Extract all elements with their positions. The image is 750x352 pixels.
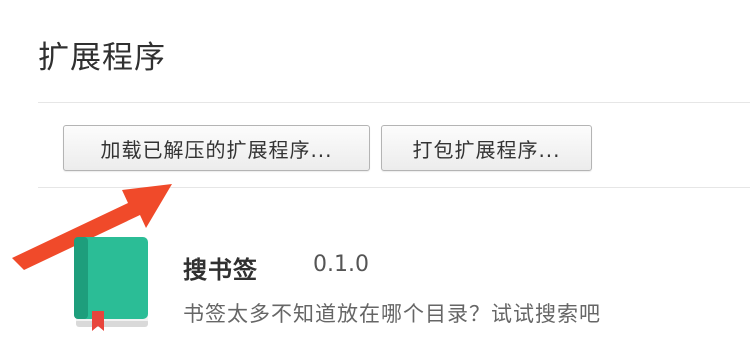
- toolbar-divider: [38, 187, 750, 188]
- header-divider: [38, 102, 750, 103]
- extension-version: 0.1.0: [313, 252, 369, 277]
- extension-description: 书签太多不知道放在哪个目录？试试搜索吧: [183, 302, 601, 326]
- extensions-page: 扩展程序 加载已解压的扩展程序... 打包扩展程序... 搜书签 0.1.0 书…: [0, 0, 750, 352]
- extension-icon: [72, 235, 152, 335]
- load-unpacked-button[interactable]: 加载已解压的扩展程序...: [63, 125, 370, 171]
- page-title: 扩展程序: [38, 40, 166, 76]
- book-bookmark-icon: [74, 237, 148, 331]
- extension-name: 搜书签: [183, 256, 258, 284]
- pack-extension-button[interactable]: 打包扩展程序...: [381, 125, 592, 171]
